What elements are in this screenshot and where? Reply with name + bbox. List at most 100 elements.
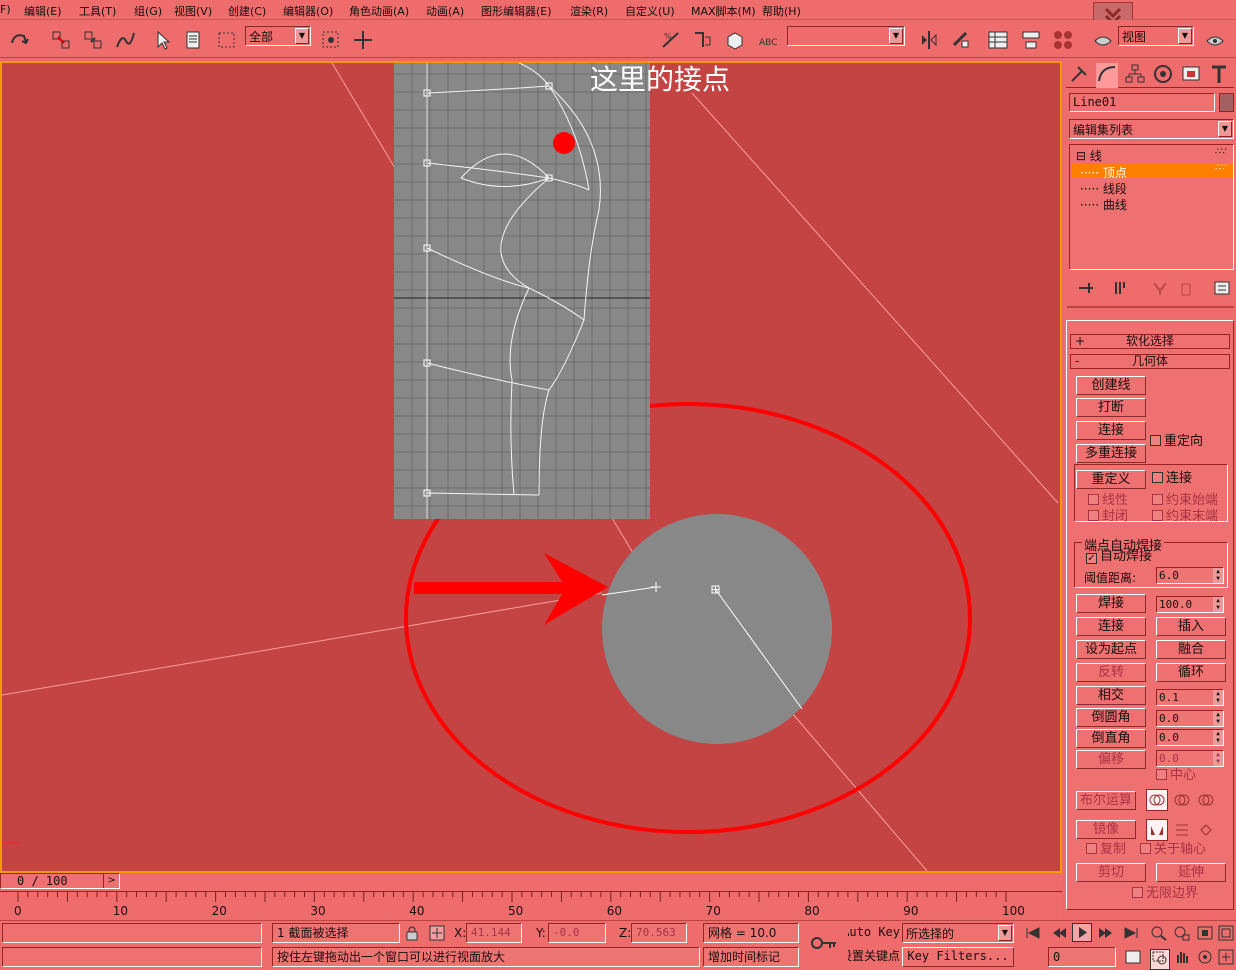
key-mode-dropdown[interactable]: 所选择的 ▼ bbox=[902, 923, 1014, 943]
go-to-end-icon[interactable] bbox=[1122, 925, 1140, 944]
create-line-button[interactable]: 创建线 bbox=[1076, 376, 1146, 395]
crossinsert-button[interactable]: 相交 bbox=[1076, 686, 1146, 705]
reverse-button[interactable]: 反转 bbox=[1076, 663, 1146, 682]
tab-create-icon[interactable] bbox=[1068, 63, 1090, 88]
boolean-union-icon[interactable] bbox=[1146, 789, 1168, 811]
menu-help[interactable]: 帮助(H) bbox=[762, 3, 801, 19]
visibility-icon[interactable]: ∴∵ bbox=[1215, 147, 1226, 157]
mirror-vertical-icon[interactable] bbox=[1172, 820, 1192, 843]
mirror-horizontal-icon[interactable] bbox=[1146, 819, 1168, 841]
schematic-view-icon[interactable] bbox=[1018, 27, 1044, 53]
set-key-button[interactable]: 设置关键点 bbox=[848, 947, 900, 967]
break-button[interactable]: 打断 bbox=[1076, 398, 1146, 417]
quick-render-icon[interactable] bbox=[1202, 27, 1228, 53]
z-coordinate-field[interactable]: 70.563 bbox=[631, 923, 687, 943]
menu-modifiers[interactable]: 编辑器(O) bbox=[283, 3, 333, 19]
mirror-icon[interactable] bbox=[916, 27, 942, 53]
fuse-button[interactable]: 融合 bbox=[1156, 640, 1226, 659]
outline-button[interactable]: 偏移 bbox=[1076, 750, 1146, 769]
viewport-perspective[interactable]: 这里的接点 bbox=[0, 61, 1062, 873]
crossinsert-spinner[interactable]: 0.1 ▲ ▼ bbox=[1156, 689, 1224, 706]
weld-threshold-spinner[interactable]: 100.0 ▲ ▼ bbox=[1156, 596, 1224, 613]
current-frame-field[interactable]: 0 bbox=[1048, 947, 1116, 967]
menu-create[interactable]: 创建(C) bbox=[228, 3, 266, 19]
select-link-icon[interactable] bbox=[48, 27, 74, 53]
previous-frame-icon[interactable] bbox=[1050, 925, 1068, 944]
select-by-name-icon[interactable] bbox=[182, 27, 208, 53]
spinner-arrows-icon[interactable]: ▲ ▼ bbox=[1213, 711, 1223, 726]
boolean-intersect-icon[interactable] bbox=[1196, 790, 1216, 813]
stack-item-segment[interactable]: ····· 线段 bbox=[1080, 180, 1127, 197]
move-icon[interactable] bbox=[350, 27, 376, 53]
maxscript-listener[interactable] bbox=[2, 923, 262, 943]
go-to-start-icon[interactable] bbox=[1024, 925, 1042, 944]
show-end-result-icon[interactable] bbox=[1111, 279, 1129, 300]
time-config-icon[interactable] bbox=[1124, 949, 1142, 968]
refine-button[interactable]: 重定义 bbox=[1076, 470, 1146, 489]
mirror-button[interactable]: 镜像 bbox=[1076, 820, 1136, 839]
menu-views[interactable]: 视图(V) bbox=[174, 3, 212, 19]
y-coordinate-field[interactable]: -0.0 bbox=[548, 923, 606, 943]
maxscript-mini-listener[interactable] bbox=[2, 947, 262, 967]
next-frame-icon[interactable]: > bbox=[103, 873, 119, 888]
visibility-icon[interactable]: ∴∵ bbox=[1215, 163, 1226, 173]
auto-weld-checkbox[interactable]: ✓ 自动焊接 bbox=[1086, 550, 1152, 564]
attach-mult-button[interactable]: 多重连接 bbox=[1076, 444, 1146, 463]
make-unique-icon[interactable] bbox=[1151, 279, 1169, 300]
render-scene-icon[interactable] bbox=[1090, 27, 1116, 53]
weld-button[interactable]: 焊接 bbox=[1076, 594, 1146, 613]
render-type-dropdown[interactable]: 视图 ▼ bbox=[1118, 26, 1194, 46]
menu-group[interactable]: 组(G) bbox=[134, 3, 162, 19]
chamfer-spinner[interactable]: 0.0 ▲ ▼ bbox=[1156, 729, 1224, 746]
timeline-track[interactable]: 0 10 20 30 40 50 60 70 80 90 100 bbox=[0, 891, 1062, 919]
tab-hierarchy-icon[interactable] bbox=[1124, 63, 1146, 88]
trim-button[interactable]: 剪切 bbox=[1076, 863, 1146, 882]
extend-button[interactable]: 延伸 bbox=[1156, 863, 1226, 882]
bind-spacewarp-icon[interactable] bbox=[112, 27, 138, 53]
zoom-extents-all-icon[interactable] bbox=[1218, 925, 1234, 944]
rollout-soft-selection[interactable]: + 软化选择 bbox=[1070, 334, 1230, 349]
add-time-tag[interactable]: 增加时间标记 bbox=[703, 947, 799, 967]
rect-selection-icon[interactable] bbox=[214, 27, 240, 53]
reorient-checkbox[interactable]: 重定向 bbox=[1150, 435, 1203, 449]
selection-filter-dropdown[interactable]: 全部 ▼ bbox=[245, 26, 311, 46]
fillet-button[interactable]: 倒圆角 bbox=[1076, 708, 1146, 727]
mirror-both-icon[interactable] bbox=[1196, 820, 1216, 843]
outline-spinner[interactable]: 0.0 ▲ ▼ bbox=[1156, 750, 1224, 767]
menu-character[interactable]: 角色动画(A) bbox=[349, 3, 409, 19]
edit-named-selections-icon[interactable]: ABC bbox=[755, 27, 781, 53]
time-slider[interactable]: 0 / 100 > bbox=[0, 873, 120, 889]
menu-tools[interactable]: 工具(T) bbox=[79, 3, 116, 19]
play-icon[interactable] bbox=[1072, 923, 1092, 942]
center-checkbox[interactable]: 中心 bbox=[1156, 769, 1196, 783]
align-icon[interactable] bbox=[948, 27, 974, 53]
spinner-arrows-icon[interactable]: ▲ ▼ bbox=[1213, 690, 1223, 705]
boolean-button[interactable]: 布尔运算 bbox=[1076, 791, 1136, 810]
boolean-subtract-icon[interactable] bbox=[1172, 790, 1192, 813]
spinner-snap-icon[interactable] bbox=[722, 27, 748, 53]
lock-selection-icon[interactable] bbox=[405, 925, 419, 944]
x-coordinate-field[interactable]: 41.144 bbox=[466, 923, 522, 943]
spinner-arrows-icon[interactable]: ▲ ▼ bbox=[1213, 597, 1223, 612]
copy-checkbox[interactable]: 复制 bbox=[1086, 843, 1126, 857]
region-zoom-icon[interactable] bbox=[1150, 949, 1170, 970]
infinite-bounds-checkbox[interactable]: 无限边界 bbox=[1132, 887, 1198, 901]
stack-item-line[interactable]: ⊟ 线 bbox=[1076, 147, 1102, 164]
maximize-viewport-icon[interactable] bbox=[1218, 949, 1234, 968]
absolute-mode-icon[interactable] bbox=[429, 925, 445, 944]
modifier-list-dropdown[interactable]: 编辑集列表 ▼ bbox=[1069, 119, 1234, 139]
about-pivot-checkbox[interactable]: 关于轴心 bbox=[1140, 843, 1206, 857]
arc-rotate-icon[interactable] bbox=[1196, 949, 1214, 968]
auto-key-button[interactable]: Auto Key bbox=[848, 923, 900, 943]
menu-maxscript[interactable]: MAX脚本(M) bbox=[691, 3, 756, 19]
curve-editor-icon[interactable] bbox=[985, 27, 1011, 53]
make-first-button[interactable]: 设为起点 bbox=[1076, 640, 1146, 659]
snap-percent-icon[interactable] bbox=[689, 27, 715, 53]
select-object-icon[interactable] bbox=[150, 27, 176, 53]
key-filters-button[interactable]: Key Filters... bbox=[902, 947, 1014, 967]
stack-item-spline[interactable]: ····· 曲线 bbox=[1080, 196, 1127, 213]
threshold-spinner[interactable]: 6.0 ▲ ▼ bbox=[1156, 567, 1224, 584]
tab-modify-icon[interactable] bbox=[1096, 63, 1118, 88]
rollout-geometry[interactable]: - 几何体 bbox=[1070, 354, 1230, 369]
tab-display-icon[interactable] bbox=[1180, 63, 1202, 88]
